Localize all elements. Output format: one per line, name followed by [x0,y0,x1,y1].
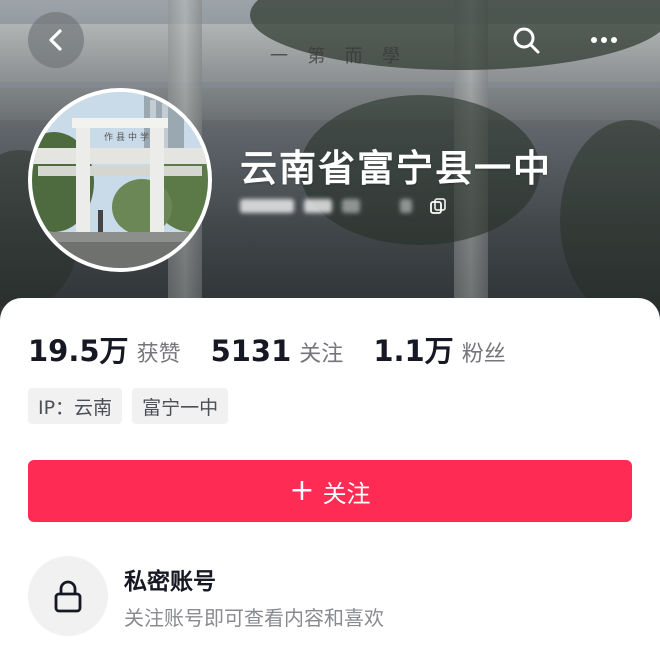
account-id-redacted [342,199,360,213]
private-account-title: 私密账号 [124,568,216,595]
profile-card: 19.5万 获赞 5131 关注 1.1万 粉丝 IP：云南 富宁一中 + 关注… [0,298,660,670]
private-account-notice: 私密账号 关注账号即可查看内容和喜欢 [28,556,384,636]
lock-icon-container [28,556,108,636]
stat-likes-label: 获赞 [136,342,181,367]
lock-icon [54,580,82,613]
chevron-left-icon [49,29,62,51]
profile-tags: IP：云南 富宁一中 [28,388,229,424]
search-icon [513,27,540,54]
stat-following-value: 5131 [210,334,292,368]
more-horizontal-icon [591,37,617,43]
stat-likes-value: 19.5万 [28,334,129,368]
search-button[interactable] [498,12,554,68]
back-button[interactable] [28,12,84,68]
more-button[interactable] [576,12,632,68]
stat-following-label: 关注 [299,342,344,367]
stat-followers-label: 粉丝 [461,342,506,367]
profile-stats: 19.5万 获赞 5131 关注 1.1万 粉丝 [28,328,536,370]
follow-button-label: 关注 [322,479,371,508]
account-id [240,193,448,219]
stat-followers-value: 1.1万 [373,334,454,368]
account-id-redacted [400,199,412,213]
profile-name: 云南省富宁县一中 [240,147,552,190]
account-id-redacted [304,199,332,213]
copy-icon[interactable] [428,196,448,216]
follow-button[interactable]: + 关注 [28,460,632,522]
ip-location-tag: IP：云南 [28,388,123,424]
stat-likes[interactable]: 19.5万 获赞 [28,328,181,370]
account-id-redacted [240,199,294,213]
avatar-gate-illustration: 作县中学 [32,92,208,268]
plus-icon: + [289,473,315,508]
avatar[interactable]: 作县中学 [28,88,212,272]
school-tag[interactable]: 富宁一中 [132,388,229,424]
stat-following[interactable]: 5131 关注 [211,334,344,368]
private-account-description: 关注账号即可查看内容和喜欢 [124,605,384,630]
stat-followers[interactable]: 1.1万 粉丝 [373,328,505,370]
